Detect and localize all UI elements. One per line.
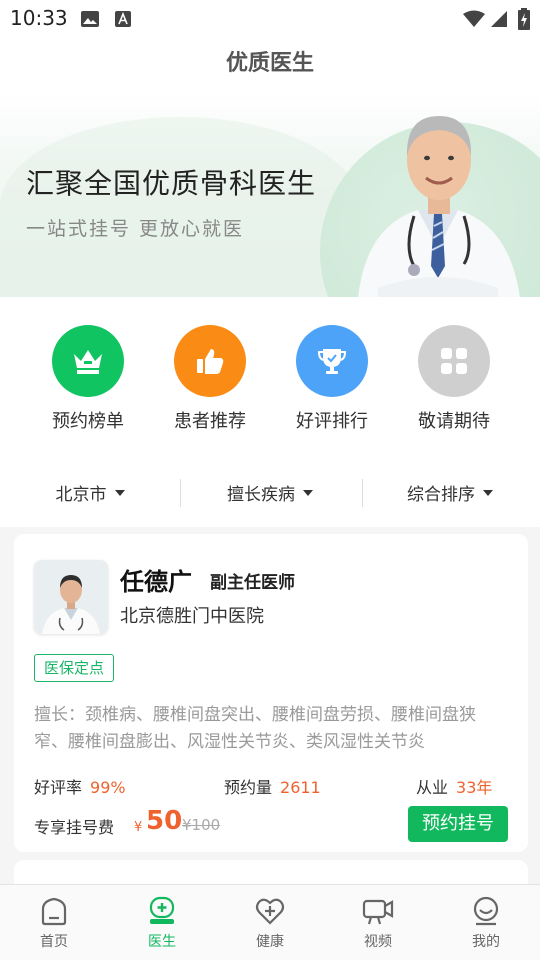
wifi-icon: [462, 10, 486, 32]
doctor-photo: [358, 116, 520, 297]
nav-video[interactable]: 视频: [324, 885, 432, 960]
nav-label: 首页: [40, 934, 68, 950]
filter-bar: 北京市 擅长疾病 综合排序: [0, 457, 540, 527]
home-icon: [41, 897, 67, 926]
filter-label: 综合排序: [407, 484, 475, 505]
nav-label: 医生: [148, 934, 176, 950]
category-label: 患者推荐: [174, 411, 246, 432]
nav-doctor[interactable]: 医生: [108, 885, 216, 960]
battery-icon: [518, 8, 530, 34]
caret-down-icon: [483, 490, 493, 496]
doctor-specialty: 擅长：颈椎病、腰椎间盘突出、腰椎间盘劳损、腰椎间盘狭窄、腰椎间盘膨出、风湿性关节…: [34, 705, 476, 752]
health-heart-icon: [255, 898, 285, 925]
doctor-title: 副主任医师: [210, 573, 295, 593]
nav-label: 视频: [364, 934, 392, 950]
profile-icon: [473, 896, 499, 926]
category-appointment-ranking[interactable]: 预约榜单: [28, 325, 148, 433]
book-appointment-button[interactable]: 预约挂号: [408, 806, 508, 842]
category-label: 好评排行: [296, 411, 368, 432]
insurance-badge: 医保定点: [34, 654, 115, 682]
nav-profile[interactable]: 我的: [432, 885, 540, 960]
filter-label: 北京市: [55, 484, 107, 505]
caret-down-icon: [114, 490, 125, 496]
doctor-avatar: [34, 560, 108, 634]
doctor-hospital: 北京德胜门中医院: [120, 606, 264, 627]
caret-down-icon: [303, 490, 313, 496]
experience-value: 33年: [456, 778, 493, 797]
rating-label: 好评率: [34, 778, 83, 797]
nav-home[interactable]: 首页: [0, 885, 108, 960]
category-rating-ranking[interactable]: 好评排行: [272, 325, 392, 433]
fee-original-price: ¥100: [182, 816, 221, 834]
video-icon: [362, 899, 394, 925]
banner-decoration: [0, 117, 360, 297]
keyboard-a-icon: [114, 10, 132, 32]
filter-disease-dropdown[interactable]: 擅长疾病: [180, 457, 360, 527]
page-title: 优质医生: [225, 51, 314, 76]
crown-icon: [52, 325, 124, 397]
app-header: 优质医生: [0, 36, 540, 92]
status-bar: 10:33: [0, 0, 540, 36]
rating-value: 99%: [90, 778, 126, 797]
fee-currency: ¥: [134, 820, 143, 835]
app-screen: 10:33 优质医生 汇聚全国优质骨科医生 一站式挂号 更放心就医 预约榜单 患…: [0, 0, 540, 960]
category-grid: 预约榜单 患者推荐 好评排行 敬请期待: [0, 297, 540, 457]
filter-city-dropdown[interactable]: 北京市: [0, 457, 180, 527]
banner-title: 汇聚全国优质骨科医生: [26, 167, 317, 200]
thumbs-up-icon: [174, 325, 246, 397]
nav-label: 我的: [472, 934, 500, 950]
appointments-value: 2611: [280, 778, 321, 797]
nav-health[interactable]: 健康: [216, 885, 324, 960]
rating-stat: 好评率 99%: [34, 774, 126, 798]
filter-sort-dropdown[interactable]: 综合排序: [360, 457, 540, 527]
experience-stat: 从业 33年: [416, 774, 492, 798]
fee-price: 50: [146, 806, 183, 836]
bottom-nav: 首页 医生 健康 视频 我的: [0, 884, 540, 960]
experience-label: 从业: [416, 778, 449, 797]
banner-subtitle: 一站式挂号 更放心就医: [26, 218, 245, 240]
doctor-name: 任德广: [120, 568, 192, 596]
signal-icon: [490, 10, 508, 32]
appointments-label: 预约量: [224, 778, 273, 797]
fee-label: 专享挂号费: [34, 818, 115, 837]
category-coming-soon[interactable]: 敬请期待: [394, 325, 514, 433]
nav-label: 健康: [256, 934, 284, 950]
doctor-icon: [149, 896, 175, 924]
category-label: 敬请期待: [418, 411, 490, 432]
status-time: 10:33: [10, 6, 68, 30]
category-label: 预约榜单: [52, 411, 124, 432]
trophy-icon: [296, 325, 368, 397]
category-patient-recommend[interactable]: 患者推荐: [150, 325, 270, 433]
grid-icon: [418, 325, 490, 397]
doctor-card[interactable]: 任德广 副主任医师 北京德胜门中医院 医保定点 擅长：颈椎病、腰椎间盘突出、腰椎…: [14, 534, 528, 852]
appointments-stat: 预约量 2611: [224, 774, 321, 798]
promo-banner[interactable]: 汇聚全国优质骨科医生 一站式挂号 更放心就医: [0, 92, 540, 297]
gallery-icon: [80, 10, 100, 32]
filter-label: 擅长疾病: [227, 484, 295, 505]
